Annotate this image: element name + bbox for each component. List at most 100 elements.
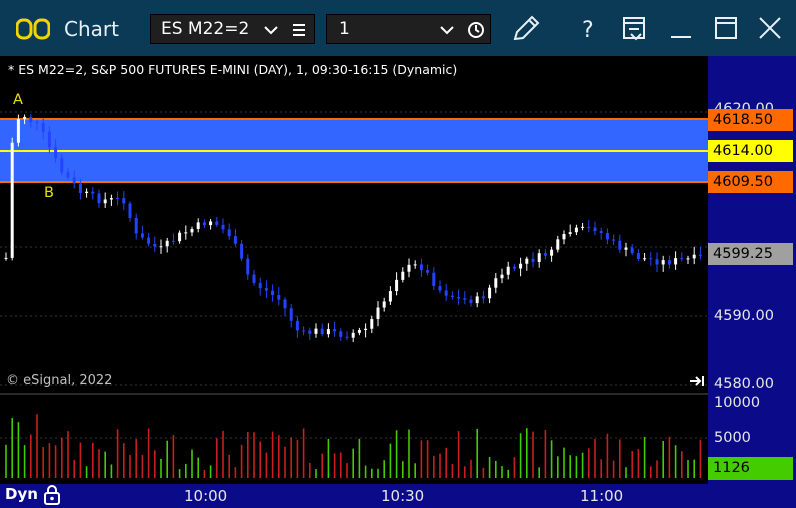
maximize-icon[interactable] — [713, 15, 739, 41]
candle-body — [376, 307, 380, 320]
candle-body — [500, 274, 504, 279]
price-tag-lower-text: 4609.50 — [713, 174, 773, 190]
candle-body — [463, 298, 467, 300]
candle-body — [47, 131, 51, 148]
price-tag-last[interactable]: 4599.25 — [708, 243, 793, 265]
candle-body — [674, 258, 678, 265]
candle-body — [202, 222, 206, 226]
candle-body — [97, 193, 101, 204]
lock-icon[interactable] — [42, 484, 62, 506]
time-label-1000: 10:00 — [184, 487, 228, 505]
svg-text:?: ? — [582, 18, 594, 43]
marker-a: A — [13, 92, 23, 108]
symbol-selector[interactable]: ES M22=2 — [150, 14, 315, 44]
chevron-down-icon[interactable] — [439, 23, 455, 37]
candle-body — [308, 330, 312, 334]
candle-body — [221, 224, 225, 230]
candle-body — [314, 328, 318, 334]
candle-body — [178, 232, 182, 242]
candle-body — [438, 285, 442, 291]
candle-body — [103, 199, 107, 204]
candle-body — [636, 253, 640, 259]
minimize-icon[interactable] — [668, 15, 694, 41]
chevron-down-icon[interactable] — [263, 23, 279, 37]
candle-body — [60, 158, 64, 173]
candle-body — [302, 330, 306, 332]
candle-body — [54, 147, 58, 159]
price-tag-mid[interactable]: 4614.00 — [708, 140, 793, 162]
candle-body — [537, 253, 541, 262]
candle-body — [333, 329, 337, 332]
marker-b: B — [44, 185, 54, 201]
candle-body — [599, 231, 603, 233]
jump-to-end-icon[interactable] — [689, 374, 707, 388]
candle-body — [165, 240, 169, 247]
candle-body — [587, 226, 591, 228]
candle-body — [667, 260, 671, 265]
candle-body — [78, 183, 82, 193]
title-bar: Chart ES M22=2 1 ? — [0, 0, 796, 56]
candle-body — [612, 239, 616, 241]
candle-body — [475, 296, 479, 304]
candle-body — [618, 240, 622, 250]
candle-body — [568, 232, 572, 234]
candle-body — [593, 227, 597, 232]
candle-body — [494, 278, 498, 288]
candle-body — [10, 142, 14, 258]
candle-body — [246, 258, 250, 275]
candle-body — [351, 332, 355, 338]
candle-body — [574, 227, 578, 233]
candle-body — [264, 288, 268, 291]
candle-body — [85, 191, 89, 193]
volume-series[interactable] — [5, 414, 702, 478]
candle-body — [506, 266, 510, 275]
candle-body — [630, 247, 634, 254]
edit-icon[interactable] — [510, 14, 542, 44]
candle-body — [190, 228, 194, 233]
dynamic-mode-label[interactable]: Dyn — [5, 485, 38, 503]
volume-tag[interactable]: 1126 — [708, 457, 793, 480]
candle-body — [289, 308, 293, 321]
candle-body — [23, 116, 27, 120]
help-icon[interactable]: ? — [578, 14, 602, 44]
candle-body — [562, 233, 566, 240]
price-tag-mid-text: 4614.00 — [713, 143, 773, 159]
copyright-text: © eSignal, 2022 — [6, 373, 113, 388]
candle-body — [605, 232, 609, 240]
candle-body — [692, 254, 696, 259]
candle-body — [512, 266, 516, 269]
candle-body — [277, 295, 281, 300]
candle-body — [698, 254, 702, 256]
candle-body — [215, 221, 219, 225]
price-tag-upper[interactable]: 4618.50 — [708, 109, 793, 131]
layout-icon[interactable] — [622, 15, 648, 43]
candle-body — [388, 291, 392, 302]
candle-body — [519, 263, 523, 269]
candle-body — [339, 331, 343, 337]
interval-selector[interactable]: 1 — [326, 14, 491, 44]
candle-body — [227, 229, 231, 237]
menu-icon[interactable] — [291, 23, 307, 37]
price-plot[interactable] — [0, 56, 708, 484]
clock-icon[interactable] — [467, 21, 485, 39]
candle-body — [4, 257, 8, 259]
candle-body — [209, 221, 213, 226]
candle-body — [364, 328, 368, 331]
candle-body — [531, 258, 535, 262]
price-tag-lower[interactable]: 4609.50 — [708, 171, 793, 193]
candle-body — [283, 299, 287, 309]
candle-body — [295, 320, 299, 331]
candle-body — [134, 217, 138, 234]
candle-body — [128, 203, 132, 218]
candle-body — [643, 258, 647, 260]
app-logo-icon — [16, 18, 50, 40]
candle-body — [550, 249, 554, 256]
candle-body — [122, 198, 126, 204]
candle-body — [41, 123, 45, 132]
candle-body — [159, 246, 163, 248]
candle-body — [184, 232, 188, 234]
candle-body — [469, 299, 473, 304]
candle-body — [271, 290, 275, 296]
candle-body — [680, 258, 684, 260]
close-icon[interactable] — [757, 15, 783, 41]
